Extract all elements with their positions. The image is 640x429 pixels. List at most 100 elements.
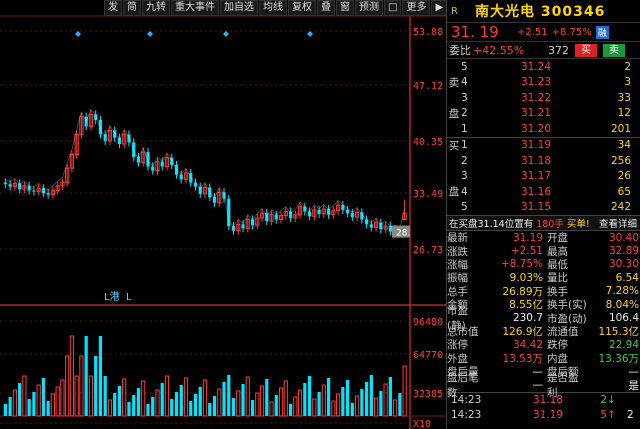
volume-bar: [79, 355, 84, 417]
volume-bar: [331, 400, 336, 417]
l-marker-label: L港: [104, 291, 120, 303]
weibi-pct: +42.55%: [473, 43, 525, 57]
bids-side: 盘: [448, 186, 460, 199]
bids-vol: 242: [610, 201, 631, 214]
tick-arrow: ↑: [607, 409, 616, 422]
asks-row[interactable]: 5 31.24 2: [447, 59, 640, 75]
toolbar-button[interactable]: 重大事件: [171, 0, 219, 16]
asks-row[interactable]: 3 31.22 33: [447, 90, 640, 106]
volume-bar: [189, 401, 193, 416]
candle-body: [350, 213, 354, 218]
candle-body: [151, 166, 155, 171]
price-tick-label: 53.88: [413, 27, 443, 38]
asks-lvl: 2: [461, 107, 468, 120]
volume-bar: [303, 383, 307, 416]
sell-button[interactable]: 卖: [603, 43, 625, 57]
volume-bar: [222, 382, 226, 416]
toolbar-button[interactable]: □: [384, 0, 402, 16]
volume-bar: [122, 378, 127, 417]
toolbar-button[interactable]: 叠: [317, 0, 335, 16]
toolbar-button[interactable]: 简: [123, 0, 141, 16]
volume-bar: [193, 394, 198, 416]
volume-bar: [274, 395, 278, 416]
stat-v: +8.75%: [500, 258, 543, 271]
stat-v2: 32.89: [608, 245, 639, 258]
volume-bar: [65, 355, 70, 417]
volume-bar: [283, 380, 288, 417]
bids-row[interactable]: 2 31.18 256: [447, 153, 640, 169]
tick-price: 31.19: [532, 409, 563, 422]
volume-tick-label: X10: [413, 419, 431, 429]
stat-v: 13.53万: [502, 352, 543, 365]
volume-bar: [335, 393, 341, 417]
volume-bar: [350, 403, 354, 416]
asks-price: 31.23: [520, 76, 551, 89]
title-icon[interactable]: R: [447, 6, 475, 17]
volume-bar: [94, 356, 98, 416]
bids-row[interactable]: 盘 4 31.16 65: [447, 184, 640, 200]
toolbar-button[interactable]: 更多: [402, 0, 431, 16]
volume-bar: [293, 396, 298, 417]
weibi-row: 委比 +42.55% 372 买 卖: [447, 42, 640, 59]
asks-lvl: 3: [461, 91, 468, 104]
stats-row: 盘后笔数 — 是否盈利是: [447, 372, 640, 399]
toolbar-button[interactable]: 加自选: [220, 0, 258, 16]
bids-price: 31.19: [520, 139, 551, 152]
price-change-pct: +8.75%: [551, 26, 592, 38]
volume-bar: [202, 379, 208, 417]
tick-time: 14:23: [451, 409, 482, 422]
volume-bar: [236, 390, 241, 417]
bids-side: 买: [448, 139, 460, 152]
toolbar-button[interactable]: 窗: [336, 0, 354, 16]
stat-v: 31.19: [512, 231, 543, 244]
quote-panel: R 南大光电 300346 31. 19 +2.51 +8.75% 融 委比 +…: [446, 0, 640, 429]
toolbar-button[interactable]: 均线: [259, 0, 287, 16]
stats-row: 涨幅 +8.75% 最低 30.30: [447, 258, 640, 271]
asks-lvl: 1: [461, 122, 468, 135]
volume-bar: [231, 398, 236, 416]
volume-bar: [18, 383, 22, 416]
stat-v2: 8.04%: [605, 298, 639, 311]
volume-bar: [398, 393, 402, 416]
volume-bar: [245, 376, 250, 417]
asks-row[interactable]: 1 31.20 201: [447, 121, 640, 137]
asks-price: 31.21: [520, 107, 551, 120]
tick-price: 31.18: [532, 394, 563, 407]
stats-row: 市盈(静) 230.7 市盈(动) 106.4: [447, 305, 640, 332]
volume-bar: [22, 375, 27, 417]
volume-bar: [179, 385, 183, 416]
toolbar-button[interactable]: 预测: [355, 0, 383, 16]
candle-body: [241, 224, 245, 229]
volume-bar: [317, 392, 321, 416]
asks-vol: 33: [617, 91, 631, 104]
bids-row[interactable]: 3 31.17 26: [447, 169, 640, 185]
kline-svg[interactable]: 53.88 47.12 40.35 33.49 26.73 96480 64770 32385…: [0, 0, 446, 429]
buy-button[interactable]: 买: [575, 43, 597, 57]
asks-row[interactable]: 盘 2 31.21 12: [447, 106, 640, 122]
bids-lvl: 3: [461, 170, 468, 183]
event-marker-icon: [223, 31, 229, 37]
volume-bar: [297, 389, 303, 417]
stat-v: 126.9亿: [502, 325, 543, 338]
volume-bar: [354, 395, 360, 417]
price-tick-label: 33.49: [413, 189, 443, 200]
kline-chart[interactable]: 53.88 47.12 40.35 33.49 26.73 96480 64770 32385…: [0, 0, 448, 429]
volume-bar: [41, 378, 45, 416]
asks-lvl: 4: [461, 76, 468, 89]
toolbar-button[interactable]: 发: [104, 0, 122, 16]
chart-toolbar: 发简九转 重大事件 加自选 均线 复权叠窗预测 □ 更多 ▶: [104, 0, 448, 16]
notice-detail-link[interactable]: 查看详细: [599, 216, 640, 230]
tick-row: 14:23 31.18 2 ↓: [447, 393, 640, 408]
toolbar-button[interactable]: ▶: [431, 0, 448, 16]
volume-bar: [136, 388, 141, 416]
bids-lvl: 1: [461, 139, 468, 152]
volume-bar: [379, 391, 383, 416]
volume-tick-label: 64770: [413, 350, 443, 361]
bids-row[interactable]: 5 31.15 242: [447, 200, 640, 216]
stat-v: 9.03%: [509, 271, 543, 284]
toolbar-button[interactable]: 九转: [142, 0, 170, 16]
toolbar-button[interactable]: 复权: [288, 0, 316, 16]
bids-row[interactable]: 买 1 31.19 34: [447, 138, 640, 154]
volume-bar: [141, 380, 146, 417]
asks-row[interactable]: 卖 4 31.23 3: [447, 75, 640, 91]
